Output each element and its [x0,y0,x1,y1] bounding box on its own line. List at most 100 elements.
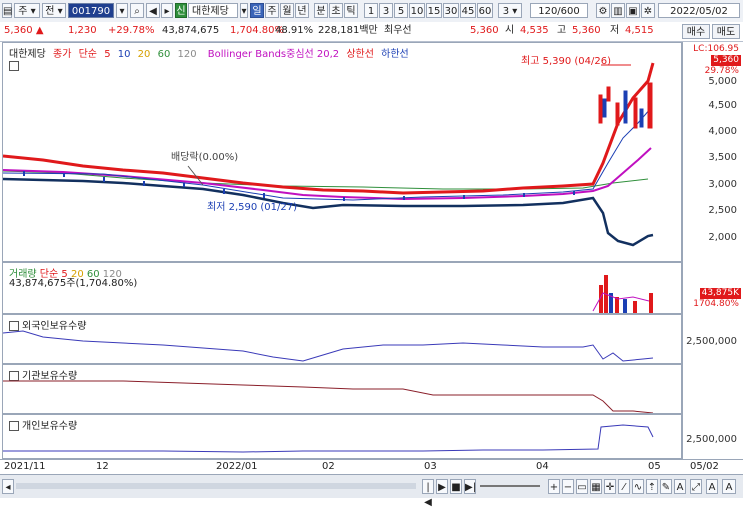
arrow-up-icon[interactable]: ⇡ [646,479,658,494]
y-label: 2,000 [708,232,737,243]
interval-60[interactable]: 60 [477,3,493,18]
interval-15[interactable]: 15 [426,3,442,18]
current-price: 5,360 ▲ [4,24,44,38]
individual-holding-pane[interactable]: 개인보유수량 [2,414,682,459]
sell-button[interactable]: 매도 [712,24,740,39]
candle [183,183,185,187]
volume-value: 43,874,675 [162,25,220,36]
x-label: 03 [424,461,437,472]
low-label: 저 [610,25,620,36]
price-chart-svg [3,62,655,247]
open-label: 시 [505,25,515,36]
menu-icon[interactable]: ▤ [2,3,12,18]
open-price: 4,535 [520,25,549,36]
period-tick[interactable]: 틱 [344,3,358,18]
expand-icon[interactable]: ⤢ [690,479,702,494]
draw-icon[interactable]: ✎ [660,479,672,494]
count-select-value: 3 [502,6,510,17]
buy-button[interactable]: 매수 [682,24,710,39]
count-select[interactable]: 3 ▾ [498,3,522,18]
count-field[interactable]: 120/600 [530,3,588,18]
y-label: 3,500 [708,152,737,163]
chart-type-icon[interactable]: ▦ [590,479,602,494]
foreign-y-label: 2,500,000 [686,336,737,347]
interval-1[interactable]: 1 [364,3,378,18]
line-tool-icon[interactable]: ⁄ [618,479,630,494]
settings-icon[interactable]: ⚙ [596,3,610,18]
crosshair-icon[interactable]: ✛ [604,479,616,494]
interval-45[interactable]: 45 [460,3,476,18]
candle [403,196,405,200]
y-label: 5,000 [708,76,737,87]
candle [623,90,628,124]
new-badge: 신 [175,3,187,18]
interval-30[interactable]: 30 [443,3,459,18]
zoom-out-icon[interactable]: − [562,479,574,494]
stock-code-input[interactable]: 001790 [68,3,114,18]
period-second[interactable]: 초 [329,3,343,18]
foreign-chart-svg [3,330,654,362]
stop-icon[interactable]: ■ [450,479,462,494]
search-icon[interactable]: ⌕ [130,3,144,18]
date-field[interactable]: 2022/05/02 [658,3,740,18]
chart-icon[interactable]: ▥ [611,3,625,18]
wave-icon[interactable]: ∿ [632,479,644,494]
stock-name-field: 대한제당 [188,3,238,18]
period-minute[interactable]: 분 [314,3,328,18]
x-label: 12 [96,461,109,472]
period-year[interactable]: 년 [295,3,309,18]
candle [343,197,345,201]
y-label: 2,500 [708,205,737,216]
interval-5[interactable]: 5 [394,3,408,18]
scrollbar[interactable] [16,483,416,489]
interval-3[interactable]: 3 [379,3,393,18]
price-y-axis: LC:106.95 5,360 29.78% 5,000 4,500 4,000… [682,42,743,262]
type-select[interactable]: 전 ▾ [42,3,66,18]
play-icon[interactable]: ▶ [436,479,448,494]
scroll-left-icon[interactable]: ◂ [2,479,14,494]
x-label: 05/02 [690,461,719,472]
candle [223,189,225,194]
candle [103,177,105,182]
next-icon[interactable]: ▸ [161,3,173,18]
period-month[interactable]: 월 [280,3,294,18]
volume-pane[interactable]: 거래량 단순 5 20 60 120 43,874,675주(1,704.80%… [2,262,682,314]
font-small-icon[interactable]: A [706,479,718,494]
price-pane[interactable]: 대한제당 종가 단순 5 10 20 60 120 Bollinger Band… [2,42,682,262]
institution-holding-pane[interactable]: 기관보유수량 [2,364,682,414]
candle [639,108,644,128]
gear-icon[interactable]: ✲ [641,3,655,18]
candle [606,86,611,102]
quote-bar: 5,360 ▲ 1,230 +29.78% 43,874,675 1,704.8… [0,22,743,42]
last-icon[interactable]: ▶| [464,479,476,494]
text-icon[interactable]: A [674,479,686,494]
prev-icon[interactable]: ◀ [146,3,160,18]
foreign-holding-pane[interactable]: 외국인보유수량 [2,314,682,364]
best-quote-label: 최우선 [384,25,412,36]
toolbar: ▤ 주 ▾ 전 ▾ 001790 ▾ ⌕ ◀ ▸ 신 대한제당 ▾ 일 주 월 … [0,0,743,23]
indiv-y-label: 2,500,000 [686,434,737,445]
candle [598,94,603,124]
name-dropdown-icon[interactable]: ▾ [240,3,248,18]
volume-bar [649,293,653,313]
candle [602,98,607,118]
period-week[interactable]: 주 [265,3,279,18]
x-label: 2022/01 [216,461,258,472]
save-icon[interactable]: ▣ [626,3,640,18]
market-select[interactable]: 주 ▾ [14,3,40,18]
period-day[interactable]: 일 [250,3,264,18]
candle [523,193,525,197]
current-price-value: 5,360 [4,25,33,36]
x-label: 2021/11 [4,461,46,472]
x-axis: 2021/11 12 2022/01 02 03 04 05 05/02 [0,459,743,475]
candle [263,193,265,198]
interval-10[interactable]: 10 [409,3,425,18]
first-icon[interactable]: |◀ [422,479,434,508]
font-large-icon[interactable]: A [722,479,736,494]
fit-icon[interactable]: ▭ [576,479,588,494]
zoom-slider[interactable] [480,485,540,487]
code-dropdown-icon[interactable]: ▾ [116,3,128,18]
zoom-in-icon[interactable]: + [548,479,560,494]
price-change: 1,230 [68,25,97,36]
price-tag: 5,360 [711,55,741,66]
